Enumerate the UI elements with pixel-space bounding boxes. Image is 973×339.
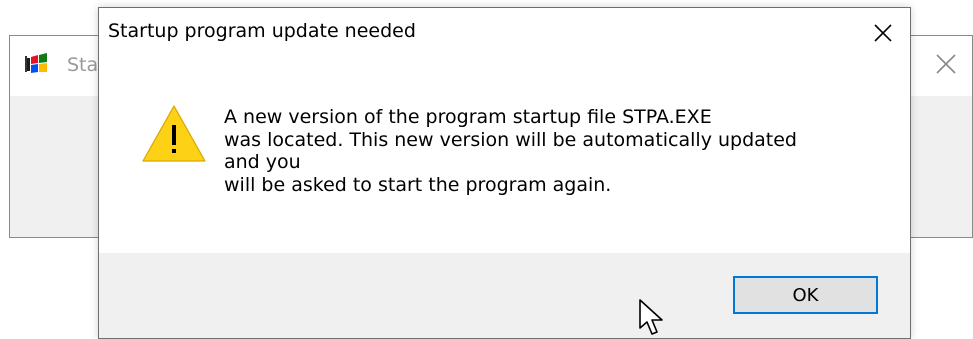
message-line: A new version of the program startup fil…	[224, 106, 712, 128]
windows-flag-icon	[25, 53, 47, 73]
message-line: will be asked to start the program again…	[224, 173, 612, 196]
message-line: and you	[224, 151, 301, 173]
update-dialog: Startup program update needed A new vers…	[98, 7, 911, 339]
message-line: was located. This new version will be au…	[224, 128, 797, 151]
ok-button[interactable]: OK	[733, 276, 878, 314]
background-window-title: Sta	[67, 54, 99, 76]
dialog-title: Startup program update needed	[108, 20, 416, 42]
mouse-pointer-icon	[639, 299, 663, 335]
close-icon[interactable]	[932, 50, 960, 78]
dialog-footer: OK	[99, 253, 910, 338]
dialog-message: A new version of the program startup fil…	[224, 106, 884, 196]
close-icon[interactable]	[868, 18, 898, 48]
warning-icon	[142, 105, 206, 162]
